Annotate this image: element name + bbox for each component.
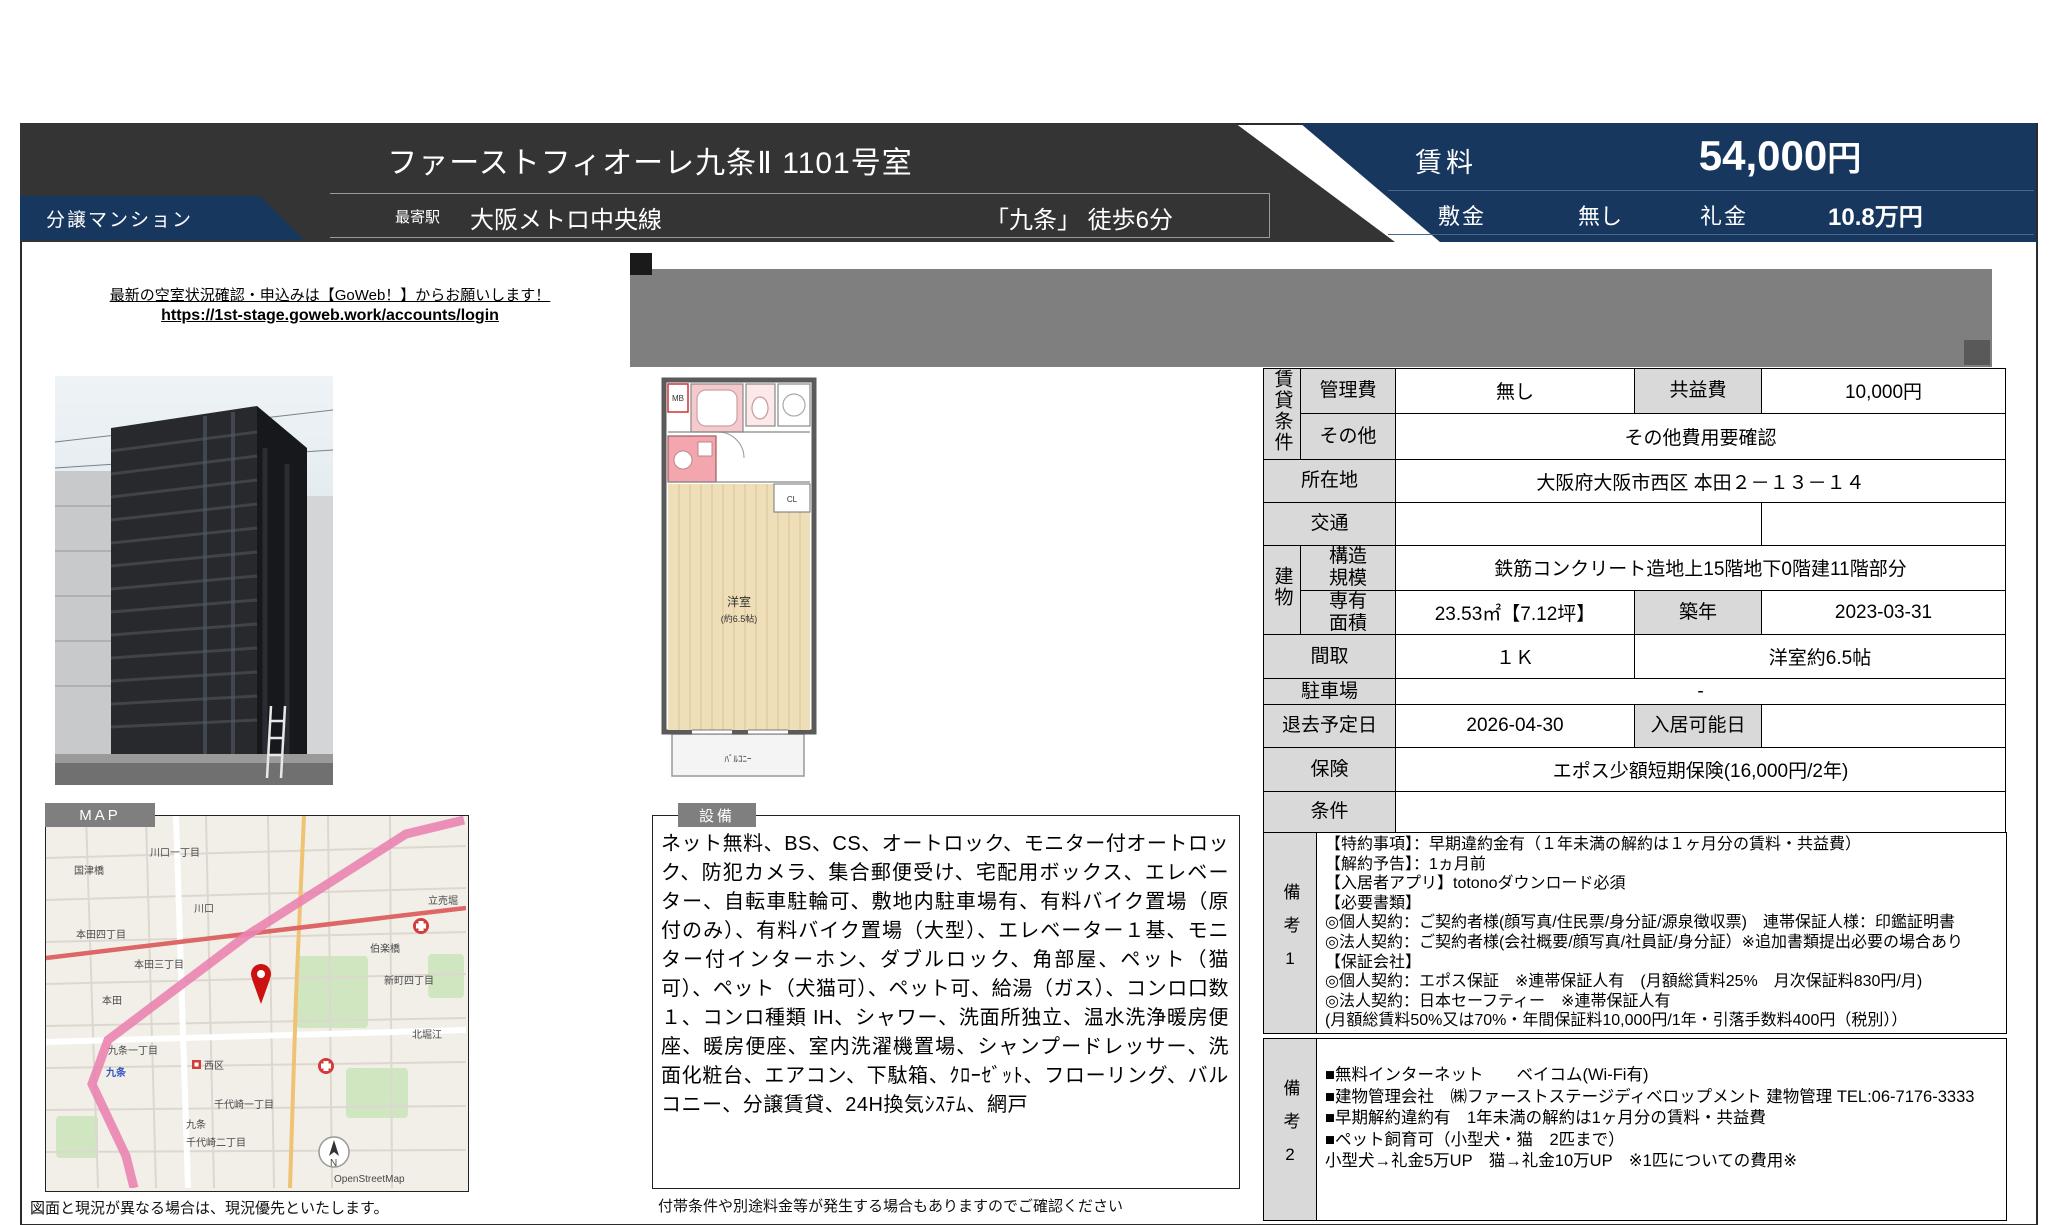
area-value: 23.53㎡【7.12坪】	[1396, 590, 1635, 635]
area-label: 専有 面積	[1301, 590, 1396, 635]
subheader-divider-bottom	[330, 237, 1270, 238]
room-size-label: (約6.5帖)	[721, 613, 758, 624]
goweb-notice-text: 最新の空室状況確認・申込みは【GoWeb！】からお願いします！	[95, 284, 565, 305]
deposit-label: 敷金	[1438, 199, 1486, 231]
svg-text:九条一丁目: 九条一丁目	[108, 1044, 158, 1057]
movein-label: 入居可能日	[1635, 705, 1762, 748]
facilities-tab: 設備	[678, 803, 756, 827]
mb-label: MB	[672, 394, 684, 403]
svg-text:立売堀: 立売堀	[428, 894, 458, 907]
subheader-divider-right	[1269, 193, 1270, 237]
moveout-label: 退去予定日	[1264, 705, 1396, 748]
hospital-icon	[413, 918, 429, 934]
svg-text:国津橋: 国津橋	[74, 864, 104, 877]
transport-value	[1396, 503, 1762, 546]
built-year-value: 2023-03-31	[1762, 590, 2006, 635]
station-caption: 最寄駅	[395, 206, 440, 227]
mgmt-fee-value: 無し	[1396, 369, 1635, 414]
property-sheet: ファーストフィオーレ九条Ⅱ 1101号室 分譲マンション 最寄駅 大阪メトロ中央…	[0, 0, 2056, 1225]
rent-separator-2	[1388, 234, 2034, 235]
station-line: 大阪メトロ中央線	[470, 200, 662, 235]
map-attribution: OpenStreetMap	[334, 1174, 405, 1185]
deposit-value: 無し	[1578, 199, 1622, 231]
gray-banner	[630, 269, 1992, 367]
other-fee-value: その他費用要確認	[1396, 413, 2006, 459]
building-photo	[55, 376, 333, 785]
rent-value: 54,000円	[1560, 131, 2000, 180]
svg-text:北堀江: 北堀江	[412, 1029, 442, 1041]
common-fee-label: 共益費	[1635, 369, 1762, 414]
structure-label: 構造 規模	[1301, 546, 1396, 591]
property-type-label: 分譲マンション	[46, 205, 193, 232]
rent-label: 賃料	[1415, 141, 1477, 180]
remarks-2-label: 備考2	[1264, 1039, 1317, 1220]
banner-corner-square-right	[1964, 340, 1990, 365]
svg-text:本田: 本田	[102, 994, 122, 1007]
svg-text:N: N	[330, 1158, 337, 1169]
svg-text:千代崎二丁目: 千代崎二丁目	[186, 1136, 246, 1149]
insurance-label: 保険	[1264, 748, 1396, 792]
svg-text:本田三丁目: 本田三丁目	[134, 958, 184, 971]
map-footnote: 図面と現況が異なる場合は、現況優先といたします。	[30, 1197, 389, 1218]
conditions-label: 条件	[1264, 792, 1396, 833]
structure-value: 鉄筋コンクリート造地上15階地下0階建11階部分	[1396, 546, 2006, 591]
svg-text:本田四丁目: 本田四丁目	[76, 928, 126, 941]
built-year-label: 築年	[1635, 590, 1762, 635]
svg-text:川口: 川口	[194, 904, 214, 915]
parking-value: -	[1396, 679, 2006, 705]
remarks-1-label: 備考1	[1264, 833, 1317, 1033]
remarks-2: 備考2 ■無料インターネット ベイコム(Wi-Fi有) ■建物管理会社 ㈱ファー…	[1263, 1038, 2007, 1221]
group-rental-conditions: 賃貸条件	[1264, 369, 1301, 460]
svg-text:伯楽橋: 伯楽橋	[370, 942, 400, 955]
conditions-value	[1396, 792, 2006, 833]
map[interactable]: 国津橋 川口一丁目 川口 本田四丁目 本田三丁目 本田 立売堀 新町四丁目 伯楽…	[45, 815, 469, 1192]
moveout-value: 2026-04-30	[1396, 705, 1635, 748]
floor-plan: ﾊﾞﾙｺﾆｰ MB CL 洋室 (約6.5帖)	[658, 374, 820, 788]
facilities-text: ネット無料、BS、CS、オートロック、モニター付オートロック、防犯カメラ、集合郵…	[661, 830, 1229, 1120]
svg-text:九条: 九条	[105, 1066, 127, 1079]
closet-label: CL	[787, 495, 798, 504]
svg-text:川口一丁目: 川口一丁目	[150, 848, 200, 859]
layout-label: 間取	[1264, 635, 1396, 679]
rent-unit: 円	[1827, 140, 1861, 178]
station-walk: 「九条」 徒歩6分	[985, 200, 1173, 235]
address-value: 大阪府大阪市西区 本田２－１３－１４	[1396, 460, 2006, 503]
banner-corner-square-left	[630, 253, 652, 275]
goweb-link[interactable]: https://1st-stage.goweb.work/accounts/lo…	[95, 307, 565, 325]
svg-text:九条: 九条	[186, 1118, 206, 1131]
remarks-1: 備考1 【特約事項】：早期違約金有（１年未満の解約は１ヶ月分の賃料・共益費） 【…	[1263, 832, 2007, 1034]
key-money-value: 10.8万円	[1828, 197, 1923, 232]
movein-value	[1762, 705, 2006, 748]
balcony-label: ﾊﾞﾙｺﾆｰ	[724, 754, 752, 764]
svg-text:西区: 西区	[204, 1060, 224, 1072]
transport-label: 交通	[1264, 503, 1396, 546]
remarks-2-content: ■無料インターネット ベイコム(Wi-Fi有) ■建物管理会社 ㈱ファーストステ…	[1317, 1039, 2006, 1220]
svg-text:千代崎一丁目: 千代崎一丁目	[214, 1098, 274, 1111]
map-tab: MAP	[45, 803, 155, 827]
layout-value: １Ｋ	[1396, 635, 1635, 679]
remarks-1-content: 【特約事項】：早期違約金有（１年未満の解約は１ヶ月分の賃料・共益費） 【解約予告…	[1317, 833, 2006, 1033]
rent-separator-1	[1388, 190, 2034, 191]
property-type-badge: 分譲マンション	[20, 196, 304, 240]
group-building: 建物	[1264, 546, 1301, 635]
room-label: 洋室	[727, 594, 751, 609]
room-detail-value: 洋室約6.5帖	[1635, 635, 2006, 679]
mgmt-fee-label: 管理費	[1301, 369, 1396, 414]
svg-text:新町四丁目: 新町四丁目	[384, 974, 434, 987]
goweb-notice: 最新の空室状況確認・申込みは【GoWeb！】からお願いします！ https://…	[95, 284, 565, 325]
hospital-icon	[318, 1058, 334, 1074]
transport-value-2	[1762, 503, 2006, 546]
subheader-divider-top	[330, 193, 1270, 194]
address-label: 所在地	[1264, 460, 1396, 503]
key-money-label: 礼金	[1700, 199, 1748, 231]
facilities-footnote: 付帯条件や別途料金等が発生する場合もありますのでご確認ください	[658, 1195, 1123, 1216]
property-table: 賃貸条件 管理費 無し 共益費 10,000円 その他 その他費用要確認 所在地…	[1263, 368, 2006, 833]
parking-label: 駐車場	[1264, 679, 1396, 705]
ward-icon	[192, 1060, 201, 1069]
other-fee-label: その他	[1301, 413, 1396, 459]
insurance-value: エポス少額短期保険(16,000円/2年)	[1396, 748, 2006, 792]
common-fee-value: 10,000円	[1762, 369, 2006, 414]
page-title: ファーストフィオーレ九条Ⅱ 1101号室	[60, 138, 1240, 182]
facilities-box: ネット無料、BS、CS、オートロック、モニター付オートロック、防犯カメラ、集合郵…	[652, 815, 1240, 1189]
